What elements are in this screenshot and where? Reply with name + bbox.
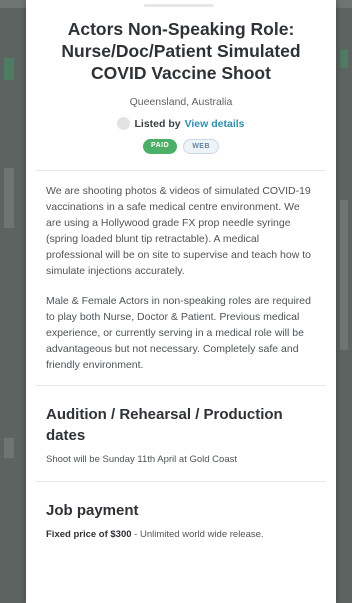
payment-section: Job payment Fixed price of $300 - Unlimi… [36,481,326,552]
job-title: Actors Non-Speaking Role: Nurse/Doc/Pati… [61,19,301,83]
view-details-link[interactable]: View details [185,118,245,130]
backdrop-accent [4,58,14,80]
job-location: Queensland, Australia [129,96,233,108]
modal-drag-handle[interactable] [144,4,214,7]
description-section: We are shooting photos & videos of simul… [36,170,326,385]
payment-amount: Fixed price of $300 [46,529,132,540]
description-paragraph: Male & Female Actors in non-speaking rol… [46,295,311,371]
payment-text: Fixed price of $300 - Unlimited world wi… [46,529,316,540]
job-detail-modal: Actors Non-Speaking Role: Nurse/Doc/Pati… [26,0,336,603]
paid-badge: PAID [142,139,178,154]
dates-text: Shoot will be Sunday 11th April at Gold … [46,454,237,465]
dates-heading: Audition / Rehearsal / Production dates [46,406,283,444]
job-header: Actors Non-Speaking Role: Nurse/Doc/Pati… [26,0,336,154]
dates-section: Audition / Rehearsal / Production dates … [36,385,326,481]
backdrop-text-block [4,168,14,228]
backdrop-text-block [340,200,348,350]
backdrop-accent [340,50,348,68]
description-paragraph: We are shooting photos & videos of simul… [46,185,311,277]
payment-detail: - Unlimited world wide release. [131,529,264,540]
payment-heading: Job payment [46,502,139,519]
job-tags: PAID WEB [44,139,318,154]
backdrop-text-block [4,438,14,458]
web-badge: WEB [183,139,220,154]
avatar [117,117,131,130]
listed-by-row: Listed by View details [44,117,318,130]
listed-by-label: Listed by [134,117,181,130]
